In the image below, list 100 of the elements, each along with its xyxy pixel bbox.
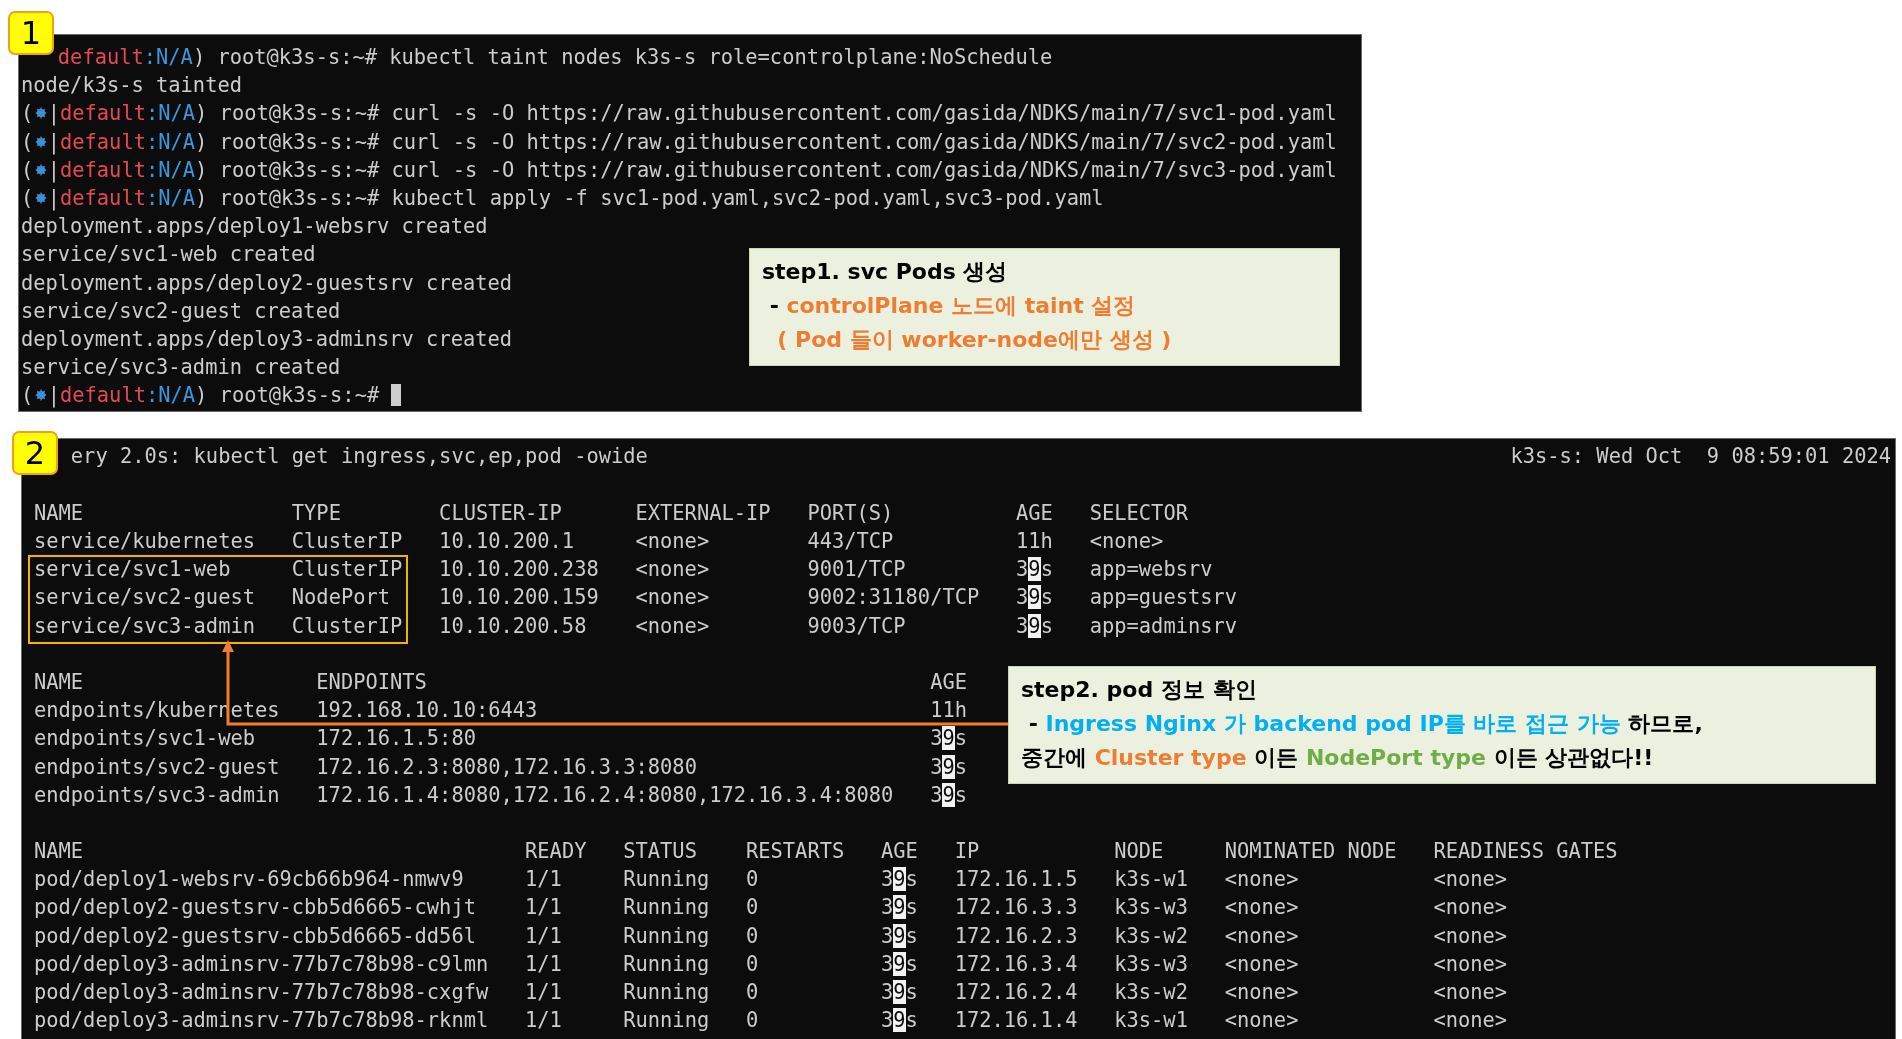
column-header: NODE xyxy=(1114,838,1165,866)
table-cell-text: 9001/TCP xyxy=(807,556,907,584)
column-header: ENDPOINTS xyxy=(316,668,428,696)
prompt-text: ( xyxy=(21,382,34,410)
table-cell-text: 0 xyxy=(746,979,760,1006)
table-cell-text: Running xyxy=(623,1007,711,1035)
table-cell-text: service/kubernetes xyxy=(34,528,256,555)
table-cell-text: app=guestsrv xyxy=(1089,584,1239,612)
table-cell-text: Running xyxy=(623,894,711,922)
table-cell-text: endpoints/svc1-web xyxy=(34,725,256,753)
output-line: deployment.apps/deploy2-guestsrv created xyxy=(21,269,513,297)
column-header: CLUSTER-IP xyxy=(439,499,563,527)
column-header: SELECTOR xyxy=(1089,499,1189,527)
table-cell-text: 39s xyxy=(881,922,919,950)
prompt-text: ( xyxy=(21,184,34,212)
table-cell-text: 39s xyxy=(881,1007,919,1035)
table-cell-text: k3s-w3 xyxy=(1114,894,1189,922)
command-line: |default:N/A) root@k3s-s:~# xyxy=(47,382,380,410)
table-cell-text: app=websrv xyxy=(1089,556,1214,584)
command-line: |default:N/A) root@k3s-s:~# curl -s -O https://raw.githubusercontent.com/gasida/NDKS/main/7/svc3-pod.yaml xyxy=(47,156,1337,184)
step-badge: 1 xyxy=(8,11,54,55)
table-cell-text: <none> xyxy=(1224,894,1300,922)
column-header: READY xyxy=(525,838,588,866)
table-cell-text: 9003/TCP xyxy=(807,612,907,640)
column-header: RESTARTS xyxy=(746,838,846,866)
table-cell-text: 9002:31180/TCP xyxy=(807,584,981,612)
table-cell-text: <none> xyxy=(1433,866,1509,894)
prompt-text: ( xyxy=(21,128,34,156)
table-cell-text: <none> xyxy=(1433,894,1509,922)
table-cell-text: Running xyxy=(623,950,711,978)
column-header: NAME xyxy=(34,668,85,696)
ship-wheel-icon xyxy=(34,106,47,121)
callout-note: step2. pod 정보 확인 - Ingress Nginx 가 backend pod IP를 바로 접근 가능 하므로, 중간에 Cluster type 이든 NodePort type 이든 상관없다!! xyxy=(1008,666,1876,785)
table-cell-text: <none> xyxy=(635,528,711,555)
table-cell-text: service/svc2-guest xyxy=(34,584,256,612)
output-line: service/svc2-guest created xyxy=(21,297,341,325)
table-cell-text: 39s xyxy=(881,950,919,978)
table-cell-text: endpoints/svc3-admin xyxy=(34,781,281,809)
command-line: default:N/A) root@k3s-s:~# kubectl taint nodes k3s-s role=controlplane:NoSchedule xyxy=(57,44,1053,71)
table-cell-text: 39s xyxy=(881,866,919,894)
table-cell-text: service/svc3-admin xyxy=(34,612,256,640)
table-cell-text: 172.16.1.5 xyxy=(954,866,1079,894)
table-cell-text: 1/1 xyxy=(525,950,563,978)
table-cell-text: pod/deploy2-guestsrv-cbb5d6665-dd56l xyxy=(34,922,477,950)
table-cell-text: 39s xyxy=(930,781,968,809)
column-header: STATUS xyxy=(623,838,698,866)
ship-wheel-icon xyxy=(34,162,47,177)
prompt-text: ( xyxy=(21,156,34,184)
column-header: AGE xyxy=(1016,499,1054,527)
table-cell-text: 0 xyxy=(746,1007,760,1035)
table-cell-text: <none> xyxy=(1224,922,1300,950)
table-cell-text: k3s-w2 xyxy=(1114,979,1189,1006)
table-cell-text: <none> xyxy=(1433,950,1509,978)
output-line: service/svc3-admin created xyxy=(21,354,341,382)
table-cell-text: <none> xyxy=(1433,979,1509,1006)
table-cell-text: pod/deploy3-adminsrv-77b7c78b98-cxgfw xyxy=(34,979,490,1006)
table-cell-text: 39s xyxy=(930,753,968,781)
table-cell-text: endpoints/svc2-guest xyxy=(34,753,281,781)
table-cell-text: 192.168.10.10:6443 xyxy=(316,697,539,725)
table-cell-text: 172.16.2.4 xyxy=(954,979,1079,1006)
table-cell-text: 1/1 xyxy=(525,894,563,922)
column-header: AGE xyxy=(881,838,919,866)
command-line: |default:N/A) root@k3s-s:~# curl -s -O https://raw.githubusercontent.com/gasida/NDKS/main/7/svc1-pod.yaml xyxy=(47,100,1337,128)
table-cell-text: 10.10.200.159 xyxy=(439,584,600,612)
table-cell-text: 172.16.1.4:8080,172.16.2.4:8080,172.16.3.4:8080 xyxy=(316,781,895,809)
column-header: TYPE xyxy=(291,499,342,527)
table-cell-text: Running xyxy=(623,922,711,950)
table-cell-text: <none> xyxy=(1433,1007,1509,1035)
table-cell-text: 11h xyxy=(1016,528,1054,555)
table-cell-text: service/svc1-web xyxy=(34,556,232,584)
column-header: PORT(S) xyxy=(807,499,895,527)
table-cell-text: 0 xyxy=(746,894,760,922)
table-cell-text: NodePort xyxy=(291,584,391,612)
table-cell-text: app=adminsrv xyxy=(1089,612,1239,640)
table-cell-text: 10.10.200.1 xyxy=(439,528,576,555)
table-cell-text: 1/1 xyxy=(525,1007,563,1035)
table-cell-text: <none> xyxy=(1433,922,1509,950)
command-line: |default:N/A) root@k3s-s:~# kubectl apply -f svc1-pod.yaml,svc2-pod.yaml,svc3-pod.yaml xyxy=(47,184,1104,213)
table-cell-text: 10.10.200.238 xyxy=(439,556,600,584)
table-cell-text: k3s-w3 xyxy=(1114,950,1189,978)
table-cell-text: 1/1 xyxy=(525,866,563,894)
table-cell-text: 1/1 xyxy=(525,979,563,1006)
table-cell-text: <none> xyxy=(635,584,711,612)
table-cell-text: 0 xyxy=(746,950,760,978)
table-cell-text: 172.16.2.3 xyxy=(954,922,1079,950)
table-cell-text: ClusterIP xyxy=(291,556,404,584)
table-cell-text: pod/deploy3-adminsrv-77b7c78b98-rknml xyxy=(34,1007,490,1035)
table-cell-text: pod/deploy1-websrv-69cb66b964-nmwv9 xyxy=(34,866,465,894)
table-cell-text: <none> xyxy=(1089,528,1165,555)
step-badge: 2 xyxy=(12,431,58,476)
column-header: IP xyxy=(954,838,981,866)
output-line: node/k3s-s tainted xyxy=(21,72,242,100)
output-line: service/svc1-web created xyxy=(21,241,316,269)
table-cell-text: pod/deploy3-adminsrv-77b7c78b98-c9lmn xyxy=(34,950,490,978)
table-cell-text: 1/1 xyxy=(525,922,563,950)
watch-command: ery 2.0s: kubectl get ingress,svc,ep,pod -owide xyxy=(70,444,648,469)
table-cell-text: k3s-w1 xyxy=(1114,1007,1189,1035)
table-cell-text: 39s xyxy=(1016,556,1054,584)
ship-wheel-icon xyxy=(34,191,47,206)
table-cell-text: 11h xyxy=(930,697,968,725)
